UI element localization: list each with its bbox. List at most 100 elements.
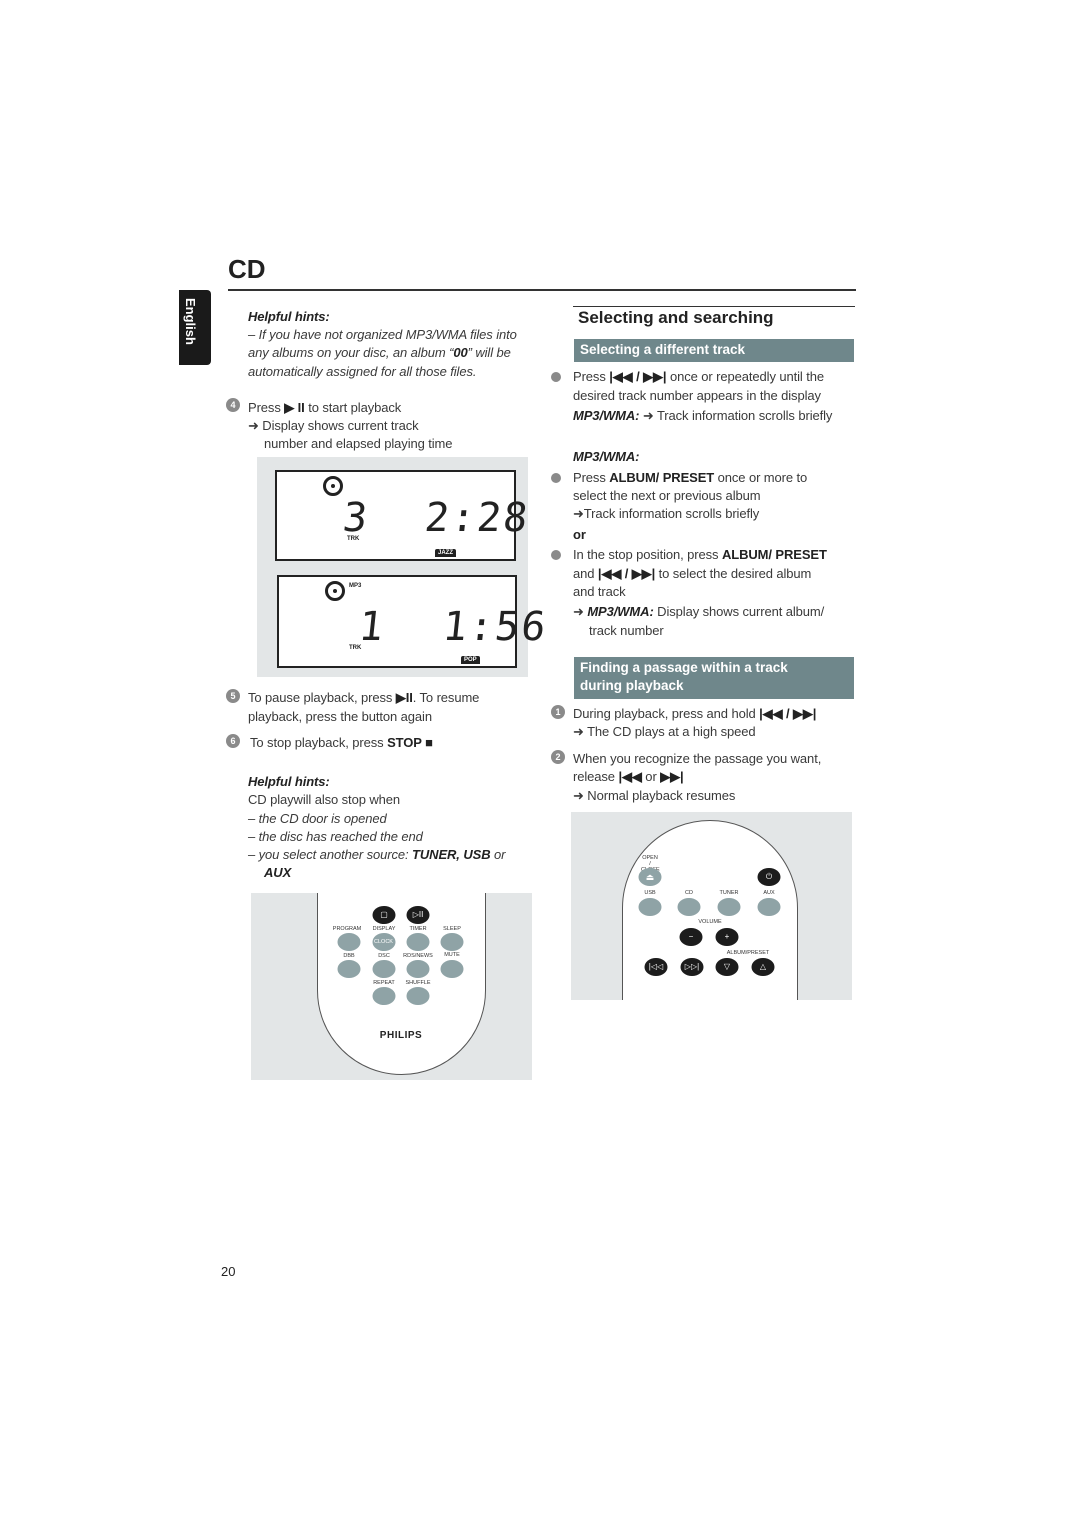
step6-text: To stop playback, press STOP ■: [250, 735, 433, 750]
hint-line: automatically assigned for all those fil…: [248, 364, 477, 379]
language-tab-label: English: [183, 298, 198, 345]
text-line: ➜Track information scrolls briefly: [573, 506, 760, 521]
label-sleep: SLEEP: [443, 926, 461, 932]
hint-line: – the CD door is opened: [248, 811, 387, 826]
previous-button: |◁◁: [644, 958, 668, 976]
album-down-button: ▽: [715, 958, 739, 976]
dbb-button: [337, 960, 361, 978]
label-repeat: REPEAT: [373, 980, 395, 986]
hint-line: any albums on your disc, an album “00” w…: [248, 345, 511, 360]
mp3-label: MP3: [349, 583, 362, 589]
cd-button: [677, 898, 701, 916]
label-mute: MUTE: [444, 952, 460, 958]
or-text: or: [573, 527, 586, 542]
display-clock-button: CLOCK: [372, 933, 396, 951]
page-number: 20: [221, 1264, 236, 1279]
trk-label: TRK: [349, 645, 362, 651]
lcd-display-mp3: MP3 1 1:56 TRK POP: [277, 575, 550, 668]
genre-badge: JAZZ: [435, 549, 456, 557]
text-line: During playback, press and hold |◀◀ / ▶▶…: [573, 706, 817, 721]
display-figure: 3 2:28 TRK JAZZ MP3 1 1:56 TRK POP: [257, 457, 550, 677]
step4-text: Press ▶ II to start playback: [248, 400, 402, 415]
text-line: Press |◀◀ / ▶▶| once or repeatedly until…: [573, 369, 824, 384]
label-album-preset: ALBUM/PRESET: [726, 950, 770, 956]
timer-button: [406, 933, 430, 951]
text-line: ➜ MP3/WMA: Display shows current album/: [573, 604, 825, 619]
next-button: ▷▷|: [680, 958, 704, 976]
hint-intro: CD playwill also stop when: [248, 792, 401, 807]
prev-next-icon: |◀◀ / ▶▶|: [609, 369, 667, 384]
hints-title: Helpful hints:: [248, 774, 330, 789]
label-volume: VOLUME: [698, 919, 722, 925]
text-line: release |◀◀ or ▶▶|: [573, 769, 684, 784]
title-rule: [228, 289, 856, 291]
label-tuner: TUNER: [719, 890, 739, 896]
text-line: track number: [589, 623, 664, 638]
label-aux: AUX: [763, 890, 775, 896]
sleep-button: [440, 933, 464, 951]
subsection-bar: Selecting a different track: [574, 339, 854, 362]
step5-text-cont: playback, press the button again: [248, 709, 432, 724]
play-pause-icon: ▶ II: [284, 400, 305, 415]
hint-line: – If you have not organized MP3/WMA file…: [248, 327, 517, 342]
step-number-1: 1: [551, 705, 565, 719]
text-line: desired track number appears in the disp…: [573, 388, 821, 403]
label-shuffle: SHUFFLE: [405, 980, 431, 986]
remote-body: [317, 893, 486, 1075]
text-line: and track: [573, 584, 626, 599]
lcd-display-cd: 3 2:28 TRK JAZZ: [275, 470, 532, 561]
label-dbb: DBB: [343, 953, 355, 959]
remote-figure-lower: ▢ ▷II PROGRAM DISPLAY TIMER SLEEP CLOCK …: [251, 893, 532, 1080]
disc-icon: [323, 476, 343, 496]
hint-line: – the disc has reached the end: [248, 829, 423, 844]
label-timer: TIMER: [409, 926, 427, 932]
tuner-button: [717, 898, 741, 916]
mute-button: [440, 960, 464, 978]
genre-badge: POP: [461, 656, 480, 664]
philips-logo: PHILIPS: [379, 1030, 423, 1041]
step-number-2: 2: [551, 750, 565, 764]
step4-result: ➜ Display shows current track: [248, 418, 419, 433]
bullet: [551, 550, 561, 560]
label-dsc: DSC: [378, 953, 390, 959]
remote-figure-upper: OPEN / CLOSE ⏏ ⏻ USB CD TUNER AUX VOLUME…: [571, 812, 852, 1000]
text-line: When you recognize the passage you want,: [573, 751, 822, 766]
hints-title: Helpful hints:: [248, 309, 330, 324]
usb-button: [638, 898, 662, 916]
power-button: ⏻: [757, 868, 781, 886]
step5-text: To pause playback, press ▶II. To resume: [248, 690, 480, 705]
shuffle-button: [406, 987, 430, 1005]
step-number-5: 5: [226, 689, 240, 703]
volume-down-button: −: [679, 928, 703, 946]
volume-up-button: +: [715, 928, 739, 946]
disc-icon: [325, 581, 345, 601]
text-line: and |◀◀ / ▶▶| to select the desired albu…: [573, 566, 812, 581]
text-line: ➜ The CD plays at a high speed: [573, 724, 756, 739]
label-usb: USB: [644, 890, 656, 896]
section-title: Selecting and searching: [578, 308, 774, 327]
aux-button: [757, 898, 781, 916]
dsc-button: [372, 960, 396, 978]
subsection-bar: Finding a passage within a track during p…: [574, 657, 854, 699]
hint-line: – you select another source: TUNER, USB …: [248, 847, 506, 862]
text-line: select the next or previous album: [573, 488, 761, 503]
program-button: [337, 933, 361, 951]
step-number-6: 6: [226, 734, 240, 748]
page-title: CD: [228, 254, 266, 284]
label-program: PROGRAM: [332, 926, 362, 932]
elapsed-time: 2:28: [422, 495, 532, 541]
repeat-button: [372, 987, 396, 1005]
eject-button: ⏏: [638, 868, 662, 886]
section-rule: [573, 306, 855, 307]
step-number-4: 4: [226, 398, 240, 412]
play-pause-button: ▷II: [406, 906, 430, 924]
step4-result-cont: number and elapsed playing time: [264, 436, 453, 451]
bullet: [551, 372, 561, 382]
elapsed-time: 1:56: [440, 604, 550, 650]
track-number: 3: [340, 495, 372, 541]
text-line: ➜ Normal playback resumes: [573, 788, 736, 803]
trk-label: TRK: [347, 536, 360, 542]
bullet: [551, 473, 561, 483]
track-number: 1: [356, 604, 388, 650]
label-rds-news: RDS/NEWS: [403, 953, 433, 959]
